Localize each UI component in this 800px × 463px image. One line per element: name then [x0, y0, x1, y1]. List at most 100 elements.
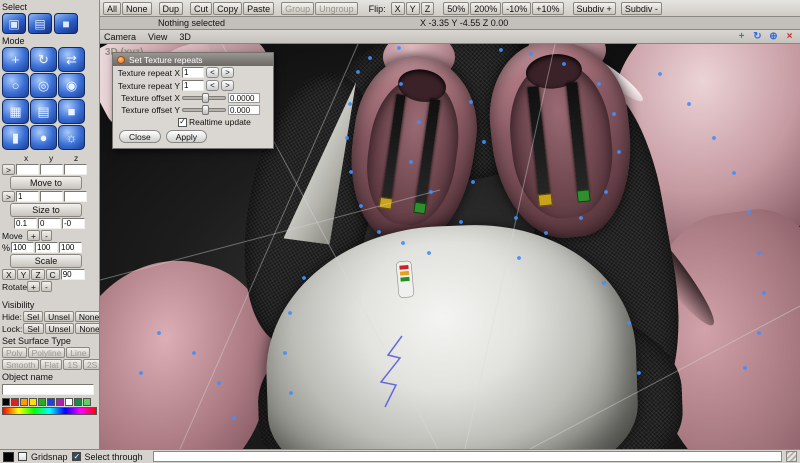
nudge-plus-button[interactable]: + — [27, 230, 40, 241]
rotate-axis-z-button[interactable]: Z — [31, 269, 45, 280]
select-object-icon[interactable]: ■ — [54, 13, 78, 34]
select-vertex-icon[interactable]: ▣ — [2, 13, 26, 34]
texture-offset-x-slider[interactable] — [182, 93, 226, 103]
realtime-update-checkbox[interactable] — [178, 117, 187, 127]
tool-sphere-wire-icon[interactable]: ◎ — [30, 73, 57, 98]
texture-offset-y-slider[interactable] — [182, 105, 226, 115]
toolbar-y-button[interactable]: Y — [405, 1, 420, 15]
tool-light-icon[interactable]: ☼ — [58, 125, 85, 150]
nudge-x-input[interactable] — [14, 218, 37, 229]
palette-swatch[interactable] — [2, 398, 10, 406]
tool-mesh-icon[interactable]: ▤ — [30, 99, 57, 124]
toolbar-x-button[interactable]: X — [390, 1, 405, 15]
rotate-axis-x-button[interactable]: X — [2, 269, 16, 280]
rotate-minus-button[interactable]: - — [40, 281, 52, 292]
size-to-apply-button[interactable]: > — [2, 191, 15, 202]
toolbar-10-button[interactable]: -10% — [502, 1, 532, 15]
lock-none-button[interactable]: None — [75, 323, 99, 334]
size-to-z-input[interactable] — [63, 191, 87, 202]
menu-camera[interactable]: Camera — [104, 32, 136, 42]
toolbar-10-button[interactable]: +10% — [532, 1, 564, 15]
palette-swatch[interactable] — [74, 398, 82, 406]
surface-1s-button[interactable]: 1S — [63, 359, 82, 370]
select-through-checkbox[interactable] — [71, 452, 81, 461]
palette-swatch[interactable] — [65, 398, 73, 406]
move-to-y-input[interactable] — [39, 164, 63, 175]
texture-repeat-x-input[interactable] — [182, 67, 204, 78]
view-pan-icon[interactable]: + — [735, 31, 748, 43]
rotate-axis-c-button[interactable]: C — [45, 269, 60, 280]
toolbar-subdiv-button[interactable]: Subdiv + — [572, 1, 616, 15]
nudge-y-input[interactable] — [38, 218, 61, 229]
nudge-z-input[interactable] — [62, 218, 85, 229]
move-to-apply-button[interactable]: > — [2, 164, 15, 175]
nudge-minus-button[interactable]: - — [40, 230, 52, 241]
tool-move-icon[interactable]: + — [2, 47, 29, 72]
toolbar-paste-button[interactable]: Paste — [243, 1, 275, 15]
surface-line-button[interactable]: Line — [66, 347, 91, 358]
texture-repeat-y-input[interactable] — [182, 80, 204, 91]
tool-cylinder-icon[interactable]: ▮ — [2, 125, 29, 150]
toolbar-group-button[interactable]: Group — [281, 1, 315, 15]
lock-unsel-button[interactable]: Unsel — [44, 323, 75, 334]
size-to-y-input[interactable] — [39, 191, 63, 202]
palette-swatch[interactable] — [29, 398, 37, 406]
toolbar-z-button[interactable]: Z — [420, 1, 435, 15]
palette-swatch[interactable] — [38, 398, 46, 406]
toolbar-200-button[interactable]: 200% — [470, 1, 502, 15]
rotate-angle-input[interactable] — [60, 269, 85, 280]
tool-rotate-icon[interactable]: ↻ — [30, 47, 57, 72]
slider-thumb[interactable] — [201, 105, 209, 115]
surface-smooth-button[interactable]: Smooth — [2, 359, 40, 370]
menu-3d[interactable]: 3D — [179, 32, 191, 42]
tool-ellipse-icon[interactable]: ○ — [2, 73, 29, 98]
texture-repeat-y-increment-button[interactable]: > — [221, 80, 234, 91]
toolbar-ungroup-button[interactable]: Ungroup — [315, 1, 358, 15]
apply-button[interactable]: Apply — [165, 130, 207, 143]
view-close-icon[interactable]: × — [783, 31, 796, 43]
scale-x-input[interactable] — [11, 242, 34, 253]
move-to-z-input[interactable] — [63, 164, 87, 175]
close-button[interactable]: Close — [119, 130, 161, 143]
tool-torus-icon[interactable]: ◉ — [58, 73, 85, 98]
tool-ball-icon[interactable]: ● — [30, 125, 57, 150]
toolbar-all-button[interactable]: All — [103, 1, 122, 15]
hide-none-button[interactable]: None — [74, 311, 99, 322]
texture-repeat-x-increment-button[interactable]: > — [221, 67, 234, 78]
palette-swatch[interactable] — [56, 398, 64, 406]
surface-polyline-button[interactable]: Polyline — [27, 347, 66, 358]
current-color-swatch[interactable] — [3, 451, 14, 462]
command-entry-field[interactable] — [152, 451, 782, 462]
texture-repeat-x-decrement-button[interactable]: < — [206, 67, 219, 78]
palette-swatch[interactable] — [11, 398, 19, 406]
surface-2s-button[interactable]: 2S — [82, 359, 99, 370]
object-name-input[interactable] — [2, 384, 94, 395]
hide-sel-button[interactable]: Sel — [22, 311, 44, 322]
scale-z-input[interactable] — [59, 242, 82, 253]
surface-flat-button[interactable]: Flat — [40, 359, 63, 370]
move-to-button[interactable]: Move to — [10, 176, 82, 190]
scale-y-input[interactable] — [35, 242, 58, 253]
slider-thumb[interactable] — [201, 93, 209, 103]
size-to-button[interactable]: Size to — [10, 203, 82, 217]
tool-cube-icon[interactable]: ■ — [58, 99, 85, 124]
surface-poly-button[interactable]: Poly — [2, 347, 27, 358]
color-gradient-strip[interactable] — [2, 407, 97, 415]
lock-sel-button[interactable]: Sel — [23, 323, 44, 334]
toolbar-50-button[interactable]: 50% — [443, 1, 470, 15]
toolbar-none-button[interactable]: None — [122, 1, 152, 15]
texture-repeat-y-decrement-button[interactable]: < — [206, 80, 219, 91]
scale-button[interactable]: Scale — [10, 254, 82, 268]
move-to-x-input[interactable] — [15, 164, 39, 175]
toolbar-dup-button[interactable]: Dup — [158, 1, 184, 15]
select-surface-icon[interactable]: ▤ — [28, 13, 52, 34]
rotate-plus-button[interactable]: + — [27, 281, 40, 292]
view-orbit-icon[interactable]: ↻ — [751, 31, 764, 43]
toolbar-subdiv-button[interactable]: Subdiv - — [620, 1, 662, 15]
size-to-x-input[interactable] — [15, 191, 39, 202]
tool-extrude-icon[interactable]: ⇄ — [58, 47, 85, 72]
toolbar-cut-button[interactable]: Cut — [190, 1, 213, 15]
dialog-title-bar[interactable]: Set Texture repeats — [113, 53, 273, 66]
texture-repeats-dialog[interactable]: Set Texture repeats Texture repeat X<>Te… — [112, 52, 274, 149]
tool-grid-icon[interactable]: ▦ — [2, 99, 29, 124]
